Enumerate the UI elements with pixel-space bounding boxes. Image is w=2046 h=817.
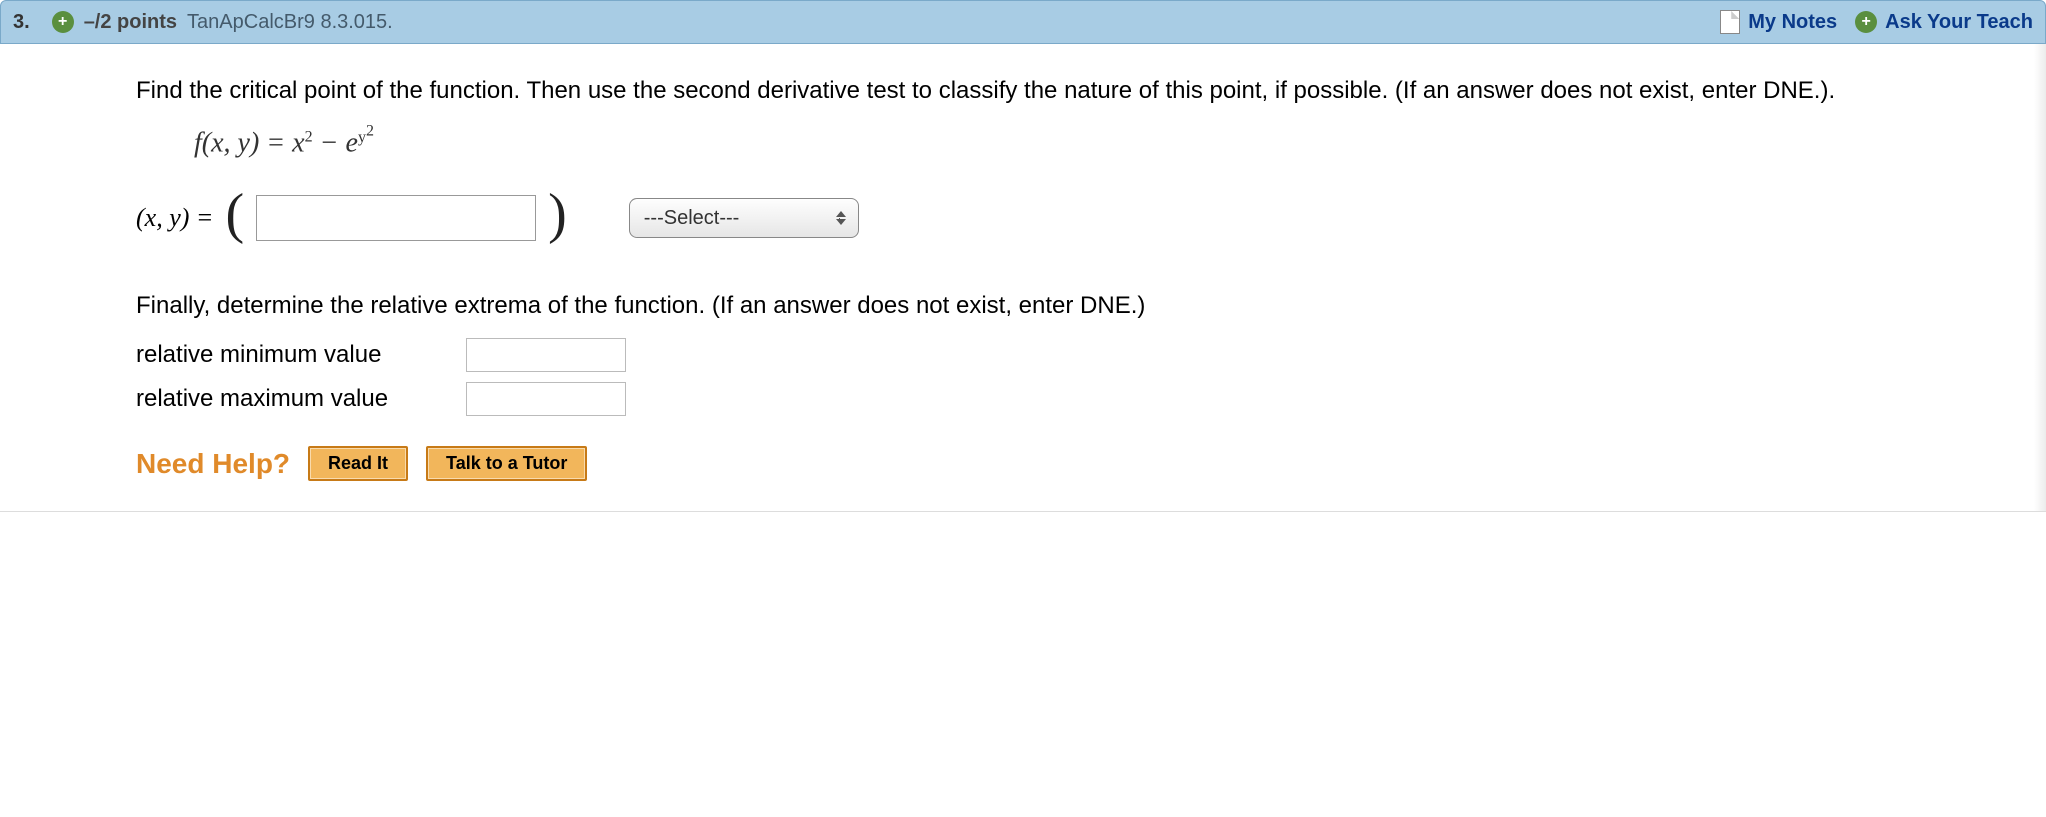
rel-min-input[interactable]: [466, 338, 626, 372]
rel-min-label: relative minimum value: [136, 341, 466, 369]
ask-teacher-link[interactable]: Ask Your Teach: [1885, 11, 2033, 34]
question-number: 3.: [13, 11, 30, 34]
critical-point-row: (x, y) = ( ) ---Select---: [136, 190, 2016, 246]
chevron-updown-icon: [836, 211, 846, 225]
rel-max-label: relative maximum value: [136, 385, 466, 413]
help-row: Need Help? Read It Talk to a Tutor: [136, 446, 2016, 481]
notes-icon[interactable]: [1720, 10, 1740, 34]
critical-point-input[interactable]: [256, 195, 536, 241]
read-it-button[interactable]: Read It: [308, 446, 408, 481]
question-body: Find the critical point of the function.…: [0, 44, 2046, 512]
question-prompt: Find the critical point of the function.…: [136, 72, 1996, 110]
points-label: –/2 points: [84, 11, 177, 34]
function-formula: f(x, y) = x2 − ey2: [194, 122, 2016, 160]
classification-select[interactable]: ---Select---: [629, 198, 859, 238]
need-help-label: Need Help?: [136, 448, 290, 480]
xy-label: (x, y) =: [136, 203, 213, 233]
rel-max-input[interactable]: [466, 382, 626, 416]
question-container: 3. + –/2 points TanApCalcBr9 8.3.015. My…: [0, 0, 2046, 512]
rel-max-row: relative maximum value: [136, 382, 2016, 416]
close-paren: ): [548, 186, 567, 242]
expand-icon[interactable]: +: [52, 11, 74, 33]
my-notes-link[interactable]: My Notes: [1748, 11, 1837, 34]
question-header: 3. + –/2 points TanApCalcBr9 8.3.015. My…: [0, 0, 2046, 44]
right-shadow: [2034, 44, 2046, 511]
open-paren: (: [225, 186, 244, 242]
rel-min-row: relative minimum value: [136, 338, 2016, 372]
extrema-prompt: Finally, determine the relative extrema …: [136, 292, 2016, 320]
talk-to-tutor-button[interactable]: Talk to a Tutor: [426, 446, 587, 481]
question-source: TanApCalcBr9 8.3.015.: [187, 11, 393, 34]
plus-icon[interactable]: +: [1855, 11, 1877, 33]
select-value: ---Select---: [644, 207, 740, 230]
